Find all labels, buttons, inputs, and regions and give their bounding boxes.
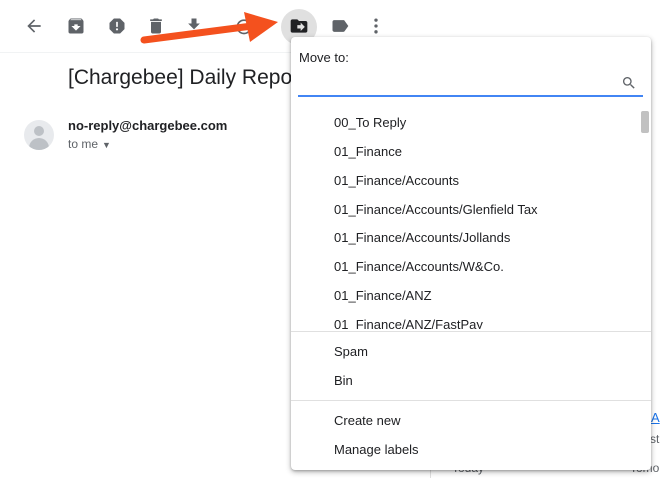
label-item[interactable]: 01_Finance/Accounts/Jollands [291,224,641,252]
side-panel-link[interactable]: A [651,410,660,425]
create-new-label-button[interactable]: Create new [334,413,400,428]
label-item[interactable]: 01_Finance/Accounts/W&Co. [291,253,641,281]
archive-icon[interactable] [64,14,88,38]
sender-avatar [24,120,54,150]
label-list-scrollbar[interactable] [641,111,649,133]
label-item[interactable]: 00_To Reply [291,109,641,137]
label-search-field[interactable] [298,73,643,97]
caret-down-icon[interactable]: ▼ [102,140,111,150]
label-list: 00_To Reply 01_Finance 01_Finance/Accoun… [291,107,651,329]
label-item[interactable]: 01_Finance/ANZ/FastPay [291,311,641,329]
menu-divider [291,400,651,401]
annotation-arrow-icon [140,12,278,44]
report-spam-icon[interactable] [105,14,129,38]
manage-labels-button[interactable]: Manage labels [334,442,419,457]
menu-title: Move to: [299,50,349,65]
email-subject: [Chargebee] Daily Report [68,66,292,89]
move-to-icon[interactable] [287,14,311,38]
menu-item-bin[interactable]: Bin [334,373,353,388]
menu-item-spam[interactable]: Spam [334,344,368,359]
more-vert-icon[interactable] [364,14,388,38]
sender-email[interactable]: no-reply@chargebee.com [68,118,227,133]
move-to-menu: Move to: 00_To Reply 01_Finance 01_Finan… [291,37,651,470]
label-item[interactable]: 01_Finance/Accounts/Glenfield Tax [291,196,641,224]
side-panel-text: sti [650,432,660,446]
label-item[interactable]: 01_Finance/ANZ [291,282,641,310]
search-icon[interactable] [621,75,637,91]
label-item[interactable]: 01_Finance/Accounts [291,167,641,195]
recipient-details[interactable]: to me ▼ [68,137,111,151]
label-item[interactable]: 01_Finance [291,138,641,166]
back-arrow-icon[interactable] [22,14,46,38]
label-icon[interactable] [328,14,352,38]
toolbar-divider [0,52,300,53]
label-search-input[interactable] [298,73,612,95]
recipient-label: to me [68,137,99,151]
menu-divider [291,331,651,332]
